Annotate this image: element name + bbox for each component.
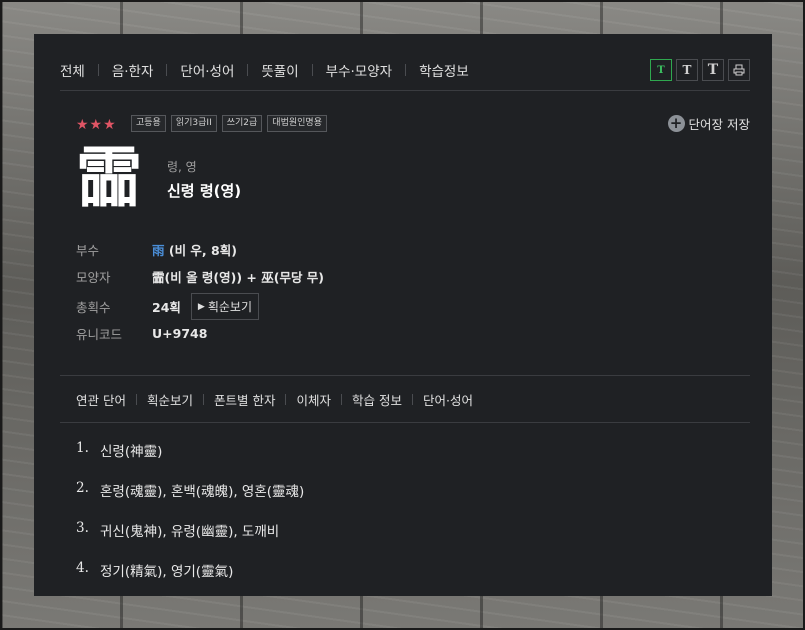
- meaning-list: 1. 신령(神靈) 2. 혼령(魂靈), 혼백(魂魄), 영혼(靈魂) 3. 귀…: [76, 440, 304, 600]
- info-strokes-row: 총획수 24획 ▶ 획순보기: [76, 293, 259, 320]
- shape-value: 霝(비 올 령(영)) + 巫(무당 무): [152, 270, 325, 285]
- subnav-divider: [411, 394, 413, 405]
- play-icon: ▶: [197, 301, 205, 312]
- subnav-study-info[interactable]: 학습 정보: [352, 390, 402, 409]
- print-icon: [733, 64, 745, 76]
- hanja-reading: 령, 영: [167, 160, 197, 174]
- list-number: 1.: [76, 440, 89, 456]
- font-size-medium-button[interactable]: T: [676, 59, 698, 81]
- plus-circle-icon: +: [667, 115, 685, 132]
- tag-level: 고등용: [131, 115, 166, 132]
- nav-divider: [97, 64, 99, 76]
- list-item: 1. 신령(神靈): [76, 440, 304, 480]
- subnav-font-hanja[interactable]: 폰트별 한자: [214, 390, 275, 409]
- strokes-label: 총획수: [76, 300, 111, 315]
- list-item: 3. 귀신(鬼神), 유령(幽靈), 도깨비: [76, 520, 304, 560]
- list-text[interactable]: 정기(精氣), 영기(靈氣): [100, 560, 233, 600]
- nav-divider: [405, 64, 407, 76]
- subnav-divider: [203, 394, 204, 405]
- hanja-meaning: 신령 령(영): [167, 182, 242, 200]
- subnav-stroke-order[interactable]: 획순보기: [147, 390, 193, 409]
- list-item: 2. 혼령(魂靈), 혼백(魂魄), 영혼(靈魂): [76, 480, 304, 520]
- nav-meaning[interactable]: 뜻풀이: [261, 60, 298, 80]
- list-number: 3.: [76, 520, 89, 536]
- nav-divider: [166, 64, 168, 76]
- stroke-order-button[interactable]: ▶ 획순보기: [190, 293, 259, 320]
- nav-sound-hanja[interactable]: 음·한자: [112, 60, 154, 80]
- nav-all[interactable]: 전체: [60, 60, 85, 80]
- list-text[interactable]: 혼령(魂靈), 혼백(魂魄), 영혼(靈魂): [100, 480, 304, 520]
- divider: [60, 375, 750, 376]
- text-size-tools: T T T: [650, 59, 750, 81]
- font-size-small-button[interactable]: T: [650, 59, 672, 81]
- print-button[interactable]: [728, 59, 750, 81]
- save-label: 단어장 저장: [688, 117, 750, 132]
- unicode-label: 유니코드: [76, 327, 123, 342]
- tag-writing-grade: 쓰기2급: [221, 115, 263, 132]
- divider: [60, 90, 750, 91]
- subnav-related-words[interactable]: 연관 단어: [76, 390, 126, 409]
- radical-label: 부수: [76, 243, 100, 258]
- stroke-order-label: 획순보기: [207, 300, 252, 314]
- shape-label: 모양자: [76, 270, 111, 285]
- info-unicode-row: 유니코드 U+9748: [76, 324, 207, 343]
- subnav-words-idioms[interactable]: 단어·성어: [423, 390, 473, 409]
- nav-study-info[interactable]: 학습정보: [419, 60, 469, 80]
- info-shape-row: 모양자 霝(비 올 령(영)) + 巫(무당 무): [76, 267, 324, 286]
- hanja-character: 霝: [76, 139, 142, 216]
- font-size-large-button[interactable]: T: [702, 59, 724, 81]
- list-text[interactable]: 귀신(鬼神), 유령(幽靈), 도깨비: [100, 520, 279, 560]
- list-number: 4.: [76, 560, 89, 576]
- save-to-wordbook-button[interactable]: + 단어장 저장: [667, 114, 750, 133]
- radical-detail: (비 우, 8획): [164, 243, 237, 258]
- unicode-value: U+9748: [152, 326, 208, 341]
- list-text[interactable]: 신령(神靈): [100, 440, 162, 480]
- list-number: 2.: [76, 480, 89, 496]
- divider: [60, 422, 750, 423]
- level-tags: 고등용 읽기3급II 쓰기2급 대법원인명용: [131, 115, 327, 132]
- section-subnav: 연관 단어 획순보기 폰트별 한자 이체자 학습 정보 단어·성어: [76, 390, 473, 409]
- radical-link[interactable]: 雨: [152, 243, 165, 258]
- subnav-variants[interactable]: 이체자: [296, 390, 331, 409]
- list-item: 4. 정기(精氣), 영기(靈氣): [76, 560, 304, 600]
- nav-words-idioms[interactable]: 단어·성어: [180, 60, 234, 80]
- nav-divider: [247, 64, 249, 76]
- hanja-dictionary-panel: 전체 음·한자 단어·성어 뜻풀이 부수·모양자 학습정보 T T T ★★★ …: [34, 34, 772, 596]
- strokes-value: 24획: [152, 300, 181, 315]
- tag-reading-grade: 읽기3급II: [170, 115, 217, 132]
- nav-divider: [311, 64, 313, 76]
- difficulty-stars: ★★★: [76, 117, 117, 133]
- info-radical-row: 부수 雨 (비 우, 8획): [76, 240, 237, 259]
- subnav-divider: [285, 394, 287, 405]
- subnav-divider: [135, 394, 137, 405]
- subnav-divider: [341, 394, 342, 405]
- tag-name-use: 대법원인명용: [267, 115, 327, 132]
- top-nav: 전체 음·한자 단어·성어 뜻풀이 부수·모양자 학습정보 T T T: [60, 52, 750, 88]
- nav-radical-shape[interactable]: 부수·모양자: [326, 60, 392, 80]
